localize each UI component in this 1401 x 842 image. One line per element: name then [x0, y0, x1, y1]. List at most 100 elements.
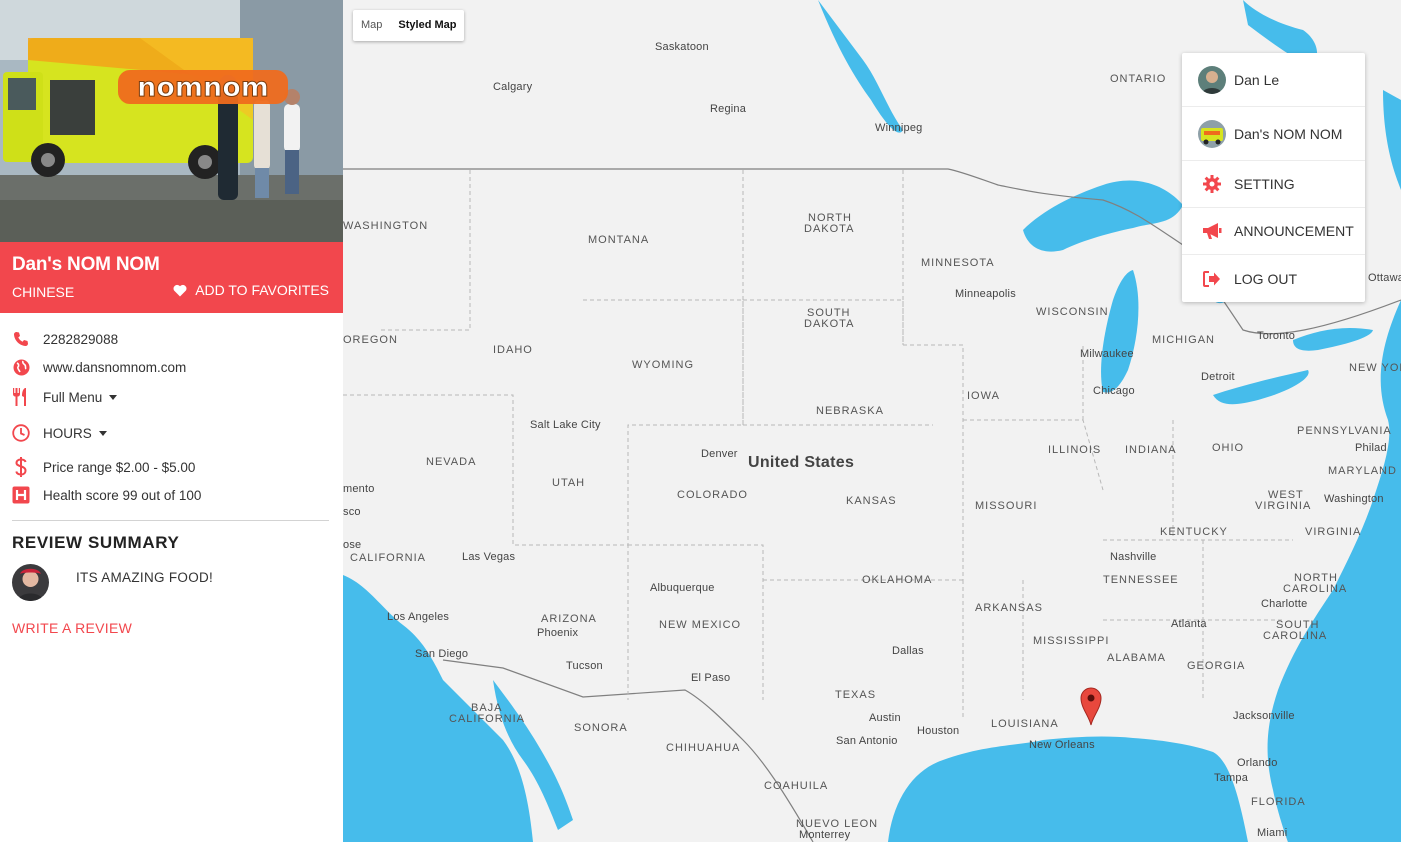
- phone-row[interactable]: 2282829088: [12, 329, 118, 349]
- city-label: Milwaukee: [1080, 348, 1134, 360]
- state-label: WISCONSIN: [1036, 306, 1109, 318]
- city-label: Calgary: [493, 81, 533, 93]
- city-label: Detroit: [1201, 371, 1235, 383]
- city-label: Las Vegas: [462, 551, 516, 563]
- logout-item[interactable]: LOG OUT: [1182, 255, 1365, 302]
- state-label: SONORA: [574, 722, 628, 734]
- city-label: Ottawa: [1368, 272, 1401, 284]
- health-score-row: Health score 99 out of 100: [12, 485, 201, 505]
- state-label: COAHUILA: [764, 780, 829, 792]
- website-row[interactable]: www.dansnomnom.com: [12, 357, 186, 377]
- state-label: ARIZONA: [541, 613, 597, 625]
- state-label: CAROLINA: [1283, 583, 1348, 595]
- state-label: MISSISSIPPI: [1033, 635, 1110, 647]
- state-label: FLORIDA: [1251, 796, 1306, 808]
- map-type-map[interactable]: Map: [353, 10, 390, 41]
- price-range: Price range $2.00 - $5.00: [43, 459, 196, 475]
- dollar-icon: [12, 457, 30, 477]
- phone-icon: [12, 329, 30, 349]
- state-label: WASHINGTON: [343, 220, 429, 232]
- state-label: MARYLAND: [1328, 465, 1397, 477]
- city-label: Houston: [917, 725, 960, 737]
- state-label: CALIFORNIA: [350, 552, 427, 564]
- state-label: ALABAMA: [1107, 652, 1166, 664]
- state-label: PENNSYLVANIA: [1297, 425, 1392, 437]
- city-label: Albuquerque: [650, 582, 715, 594]
- city-label: Toronto: [1257, 330, 1296, 342]
- city-label: Philad: [1355, 442, 1387, 454]
- phone-number: 2282829088: [43, 331, 119, 347]
- add-to-favorites-button[interactable]: ADD TO FAVORITES: [173, 282, 329, 298]
- full-menu-dropdown[interactable]: Full Menu: [12, 387, 118, 407]
- gear-icon: [1198, 170, 1226, 198]
- announcement-item[interactable]: ANNOUNCEMENT: [1182, 208, 1365, 255]
- state-label: COLORADO: [677, 489, 748, 501]
- svg-text:nomnom: nomnom: [137, 72, 269, 103]
- user-menu: Dan Le Dan's NOM NOM SETTING ANNOUNCEMEN…: [1182, 53, 1365, 302]
- city-label: Dallas: [892, 645, 924, 657]
- map-type-styled[interactable]: Styled Map: [390, 10, 464, 41]
- state-label: LOUISIANA: [991, 718, 1059, 730]
- city-label: Chicago: [1093, 385, 1135, 397]
- state-label: DAKOTA: [804, 318, 855, 330]
- setting-item[interactable]: SETTING: [1182, 161, 1365, 208]
- state-label: VIRGINIA: [1255, 500, 1312, 512]
- state-label: MICHIGAN: [1152, 334, 1215, 346]
- state-label: NEBRASKA: [816, 405, 884, 417]
- city-label: Los Angeles: [387, 611, 450, 623]
- state-label: MISSOURI: [975, 500, 1038, 512]
- city-label: Orlando: [1237, 757, 1278, 769]
- state-label: KENTUCKY: [1160, 526, 1228, 538]
- city-label: Tucson: [566, 660, 603, 672]
- logout-label: LOG OUT: [1234, 270, 1298, 287]
- city-label: Salt Lake City: [530, 419, 601, 431]
- city-label: New Orleans: [1029, 739, 1095, 751]
- city-label: Washington: [1324, 493, 1384, 505]
- utensils-icon: [12, 387, 30, 407]
- state-label: OHIO: [1212, 442, 1245, 454]
- city-label: Atlanta: [1171, 618, 1207, 630]
- write-review-link[interactable]: WRITE A REVIEW: [12, 620, 132, 636]
- city-label: sco: [343, 506, 361, 518]
- announcement-label: ANNOUNCEMENT: [1234, 223, 1354, 239]
- state-label: NEVADA: [426, 456, 477, 468]
- truck-sidebar: nomnom Dan's NOM NOM CHINESE ADD TO FAVO…: [0, 0, 343, 842]
- truck-avatar: [1198, 119, 1226, 148]
- website-link: www.dansnomnom.com: [43, 359, 187, 375]
- reviewer-avatar: [12, 564, 49, 601]
- city-label: Saskatoon: [655, 41, 709, 53]
- state-label: NEW YOR: [1349, 362, 1401, 374]
- nomnom-logo: nomnom: [118, 70, 288, 104]
- chevron-down-icon: [109, 394, 118, 400]
- state-label: ILLINOIS: [1048, 444, 1102, 456]
- chevron-down-icon: [98, 430, 107, 436]
- city-label: Denver: [701, 448, 738, 460]
- logout-icon: [1198, 265, 1226, 293]
- city-label: Charlotte: [1261, 598, 1308, 610]
- state-label: UTAH: [552, 477, 586, 489]
- state-label: INDIANA: [1125, 444, 1177, 456]
- country-label: United States: [748, 454, 855, 471]
- city-label: San Diego: [415, 648, 469, 660]
- add-to-favorites-label: ADD TO FAVORITES: [195, 282, 329, 298]
- city-label: Austin: [869, 712, 901, 724]
- location-pin-icon[interactable]: [1079, 686, 1103, 726]
- setting-label: SETTING: [1234, 176, 1295, 192]
- city-label: Monterrey: [799, 829, 851, 841]
- state-label: DAKOTA: [804, 223, 855, 235]
- state-label: TEXAS: [835, 689, 877, 701]
- city-label: ose: [343, 539, 362, 551]
- user-profile-item[interactable]: Dan Le: [1182, 53, 1365, 107]
- hours-dropdown[interactable]: HOURS: [12, 423, 107, 443]
- user-name: Dan Le: [1234, 71, 1280, 88]
- city-label: Tampa: [1214, 772, 1249, 784]
- state-label: VIRGINIA: [1305, 526, 1362, 538]
- city-label: El Paso: [691, 672, 731, 684]
- city-label: Regina: [710, 103, 747, 115]
- state-label: MINNESOTA: [921, 257, 995, 269]
- truck-profile-item[interactable]: Dan's NOM NOM: [1182, 107, 1365, 161]
- truck-photo: nomnom: [0, 0, 343, 242]
- city-label: Miami: [1257, 827, 1288, 839]
- state-label: MONTANA: [588, 234, 650, 246]
- city-label: Jacksonville: [1233, 710, 1295, 722]
